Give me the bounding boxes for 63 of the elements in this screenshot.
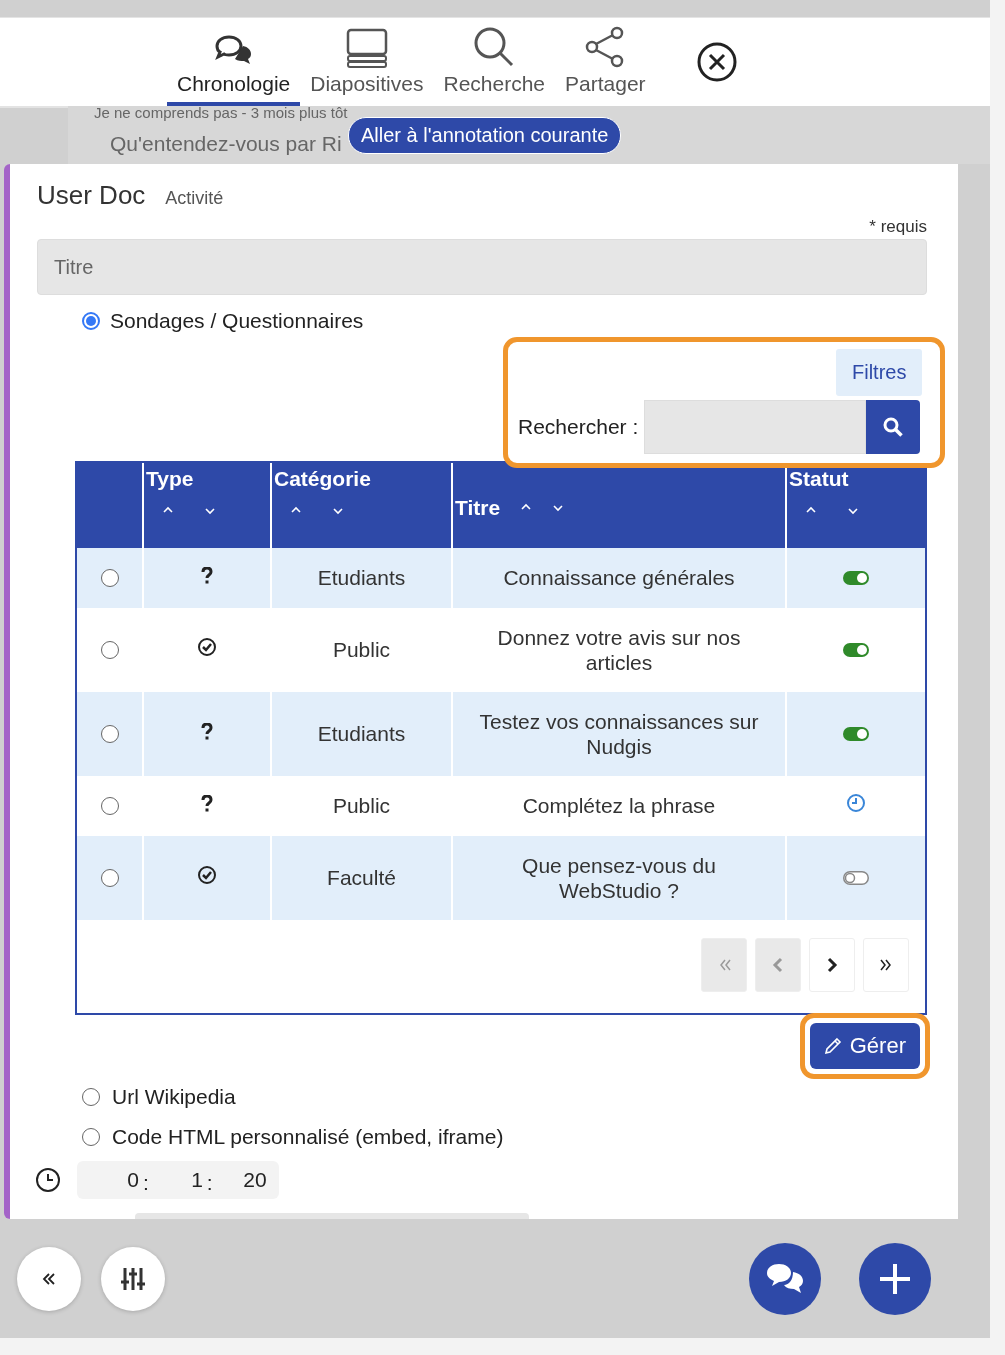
sort-down-icon[interactable]: [204, 505, 216, 517]
sliders-icon: [120, 1266, 146, 1292]
radio-label: Code HTML personnalisé (embed, iframe): [112, 1125, 504, 1149]
radio-button[interactable]: [82, 312, 100, 330]
card-subtitle: Activité: [165, 188, 224, 209]
comment-meta: Je ne comprends pas - 3 mois plus tôt: [94, 106, 349, 120]
chat-bubbles-icon: [765, 1262, 805, 1296]
settings-button[interactable]: [101, 1247, 165, 1311]
title-cell: Que pensez-vous du WebStudio ?: [522, 853, 716, 902]
category-cell: Public: [332, 638, 391, 662]
radio-label: Sondages / Questionnaires: [110, 309, 364, 333]
close-icon: [695, 41, 738, 83]
check-circle-icon: [197, 865, 217, 886]
column-header: Titre: [455, 495, 501, 520]
pencil-icon: [823, 1037, 842, 1055]
radio-button[interactable]: [82, 1128, 100, 1146]
pagination-button[interactable]: [809, 938, 855, 992]
title-cell: Donnez votre avis sur nos articles: [497, 625, 741, 674]
nav-tab[interactable]: Recherche: [433, 26, 556, 106]
check-circle-icon: [197, 637, 217, 658]
row-radio[interactable]: [101, 725, 119, 743]
sort-down-icon[interactable]: [332, 505, 344, 517]
category-cell: Etudiants: [317, 566, 406, 590]
radio-label: Url Wikipedia: [112, 1085, 236, 1109]
laptop-icon: [345, 28, 388, 68]
search-field[interactable]: [644, 400, 867, 454]
row-radio[interactable]: [101, 797, 119, 815]
close-button[interactable]: [695, 41, 738, 83]
manage-button[interactable]: Gérer: [809, 1023, 920, 1069]
search-icon: [883, 417, 904, 437]
double-chevron-right-icon: [878, 957, 894, 973]
question-mark-icon: [201, 567, 213, 586]
double-chevron-left-icon: [42, 1272, 56, 1286]
category-cell: Faculté: [327, 866, 396, 890]
column-header: Catégorie: [274, 467, 371, 491]
category-cell: Etudiants: [317, 722, 406, 746]
title-cell: Complétez la phrase: [522, 794, 716, 818]
category-cell: Public: [332, 794, 391, 818]
search-button[interactable]: [866, 400, 921, 454]
row-radio[interactable]: [101, 569, 119, 587]
row-radio[interactable]: [101, 869, 119, 887]
column-header: Type: [146, 467, 194, 491]
search-icon: [473, 26, 516, 68]
current-annotation-button[interactable]: Aller à l'annotation courante: [348, 117, 622, 154]
search-label: Rechercher :: [518, 415, 639, 439]
time-field[interactable]: 0 : 1 : 20: [77, 1161, 279, 1199]
column-header: Statut: [789, 467, 849, 491]
radio-button[interactable]: [82, 1088, 100, 1106]
clock-icon: [35, 1167, 61, 1193]
title-cell: Testez vos connaissances sur Nudgis: [479, 709, 759, 758]
nav-tab[interactable]: Partager: [555, 26, 656, 106]
title-field[interactable]: Titre: [37, 239, 927, 295]
card-title: User Doc: [37, 180, 146, 211]
question-mark-icon: [201, 795, 213, 814]
question-mark-icon: [201, 723, 213, 742]
filters-button[interactable]: Filtres: [836, 349, 923, 396]
row-radio[interactable]: [101, 641, 119, 659]
required-note: * requis: [869, 217, 927, 237]
sort-down-icon[interactable]: [847, 505, 859, 517]
plus-icon: [878, 1262, 912, 1296]
nav-tab[interactable]: Diapositives: [300, 28, 434, 106]
comment-text: Qu'entendez-vous par Ri: [110, 132, 342, 156]
title-cell: Connaissance générales: [503, 566, 735, 590]
